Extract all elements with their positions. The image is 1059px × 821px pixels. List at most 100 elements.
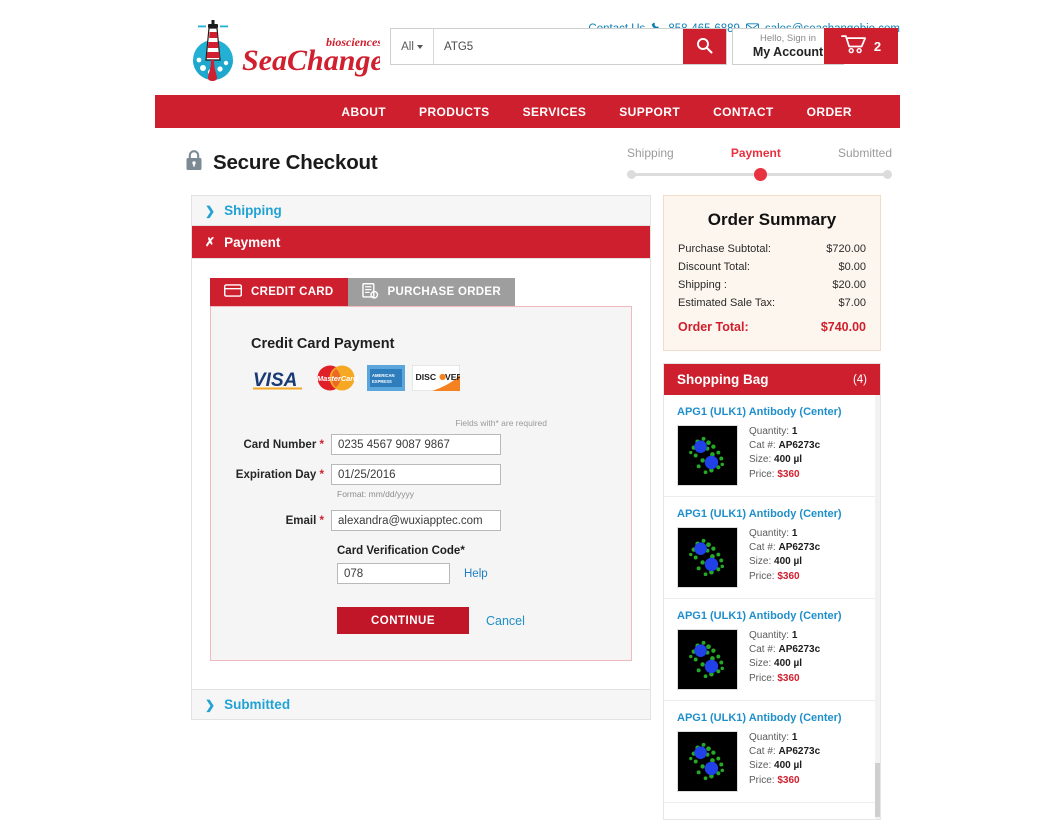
product-name-link[interactable]: APG1 (ULK1) Antibody (Center) (677, 508, 865, 520)
tab-purchase-order[interactable]: PURCHASE ORDER (347, 278, 515, 306)
cat-value: AP6273c (778, 644, 821, 656)
quantity-label: Quantity: (749, 732, 790, 743)
svg-text:VER: VER (445, 372, 460, 382)
site-container: Contact Us 858-465-6889 sales@seachangeb… (155, 0, 900, 821)
cvc-row: Help (337, 563, 631, 584)
nav-item-contact[interactable]: CONTACT (713, 105, 774, 119)
nav-item-products[interactable]: PRODUCTS (419, 105, 490, 119)
payment-actions: CONTINUE Cancel (337, 607, 631, 634)
accepted-card-logos: VISA MasterCard AMERICAN EXPRESS DISC VER (251, 364, 631, 396)
checkout-progress: Shipping Payment Submitted (627, 146, 892, 181)
price-value: $360 (777, 468, 800, 480)
size-label: Size: (749, 760, 772, 772)
lock-icon (185, 150, 203, 176)
section-shipping-header[interactable]: ❯ Shipping (192, 196, 650, 225)
search-button[interactable] (683, 29, 726, 64)
purchase-order-icon (361, 282, 379, 302)
immunofluorescence-cell-image (677, 731, 738, 792)
product-meta: Quantity: 1 Cat #: AP6273c Size: 400 µl … (749, 527, 820, 588)
product-name-link[interactable]: APG1 (ULK1) Antibody (Center) (677, 610, 865, 622)
section-submitted-header[interactable]: ❯ Submitted (192, 690, 650, 719)
email-label: Email * (211, 515, 331, 527)
required-marker: * (319, 514, 324, 527)
price-label: Price: (749, 672, 775, 684)
step-label-shipping: Shipping (627, 146, 674, 160)
price-value: $360 (777, 570, 800, 582)
cvc-label: Card Verification Code* (337, 545, 465, 557)
product-meta: Quantity: 1 Cat #: AP6273c Size: 400 µl … (749, 629, 820, 690)
discover-icon: DISC VER (411, 364, 463, 396)
summary-label: Purchase Subtotal: (678, 243, 771, 255)
step-label-submitted: Submitted (837, 146, 892, 160)
immunofluorescence-cell-image (677, 425, 738, 486)
mastercard-icon: MasterCard (311, 365, 360, 396)
quantity-value: 1 (791, 426, 798, 437)
cart-count: 2 (873, 38, 882, 54)
quantity-label: Quantity: (749, 630, 790, 641)
cart-button[interactable]: 2 (824, 28, 898, 64)
summary-row-tax: Estimated Sale Tax: $7.00 (678, 297, 866, 309)
svg-text:MasterCard: MasterCard (317, 374, 358, 383)
order-summary-panel: Order Summary Purchase Subtotal: $720.00… (663, 195, 881, 351)
nav-item-support[interactable]: SUPPORT (619, 105, 680, 119)
search-input[interactable] (434, 29, 683, 64)
step-label-payment: Payment (730, 146, 781, 160)
cat-value: AP6273c (778, 746, 821, 758)
quantity-label: Quantity: (749, 528, 790, 539)
cancel-link[interactable]: Cancel (486, 614, 525, 628)
section-submitted-label: Submitted (224, 697, 291, 712)
progress-dot-submitted (883, 170, 892, 179)
expiration-label-text: Expiration Day (235, 468, 317, 481)
section-payment: ✗ Payment CREDIT CARD PURCHASE ORDER Cre… (191, 225, 651, 689)
checkout-sidebar: Order Summary Purchase Subtotal: $720.00… (663, 195, 881, 820)
search-category-label: All (401, 40, 414, 53)
product-meta: Quantity: 1 Cat #: AP6273c Size: 400 µl … (749, 731, 820, 792)
size-label: Size: (749, 556, 772, 568)
continue-button[interactable]: CONTINUE (337, 607, 469, 634)
account-greeting: Hello, Sign in (760, 32, 816, 44)
quantity-value: 1 (791, 732, 798, 743)
account-label: My Account (752, 44, 824, 59)
expiration-input[interactable] (331, 464, 501, 485)
main-navigation: ABOUT PRODUCTS SERVICES SUPPORT CONTACT … (155, 95, 900, 128)
tab-credit-card[interactable]: CREDIT CARD (210, 278, 348, 306)
page-title-text: Secure Checkout (213, 151, 378, 174)
price-label: Price: (749, 570, 775, 582)
quantity-label: Quantity: (749, 426, 790, 437)
size-value: 400 µl (774, 658, 803, 670)
email-input[interactable] (331, 510, 501, 531)
search-category-dropdown[interactable]: All (391, 29, 434, 64)
section-payment-header[interactable]: ✗ Payment (192, 226, 650, 258)
cat-label: Cat #: (749, 542, 776, 554)
price-value: $360 (777, 774, 800, 786)
order-total-value: $740.00 (820, 320, 866, 334)
cat-label: Cat #: (749, 746, 776, 758)
nav-item-order[interactable]: ORDER (807, 105, 852, 119)
size-label: Size: (749, 658, 772, 670)
shopping-bag-scrollbar-track[interactable] (875, 395, 880, 819)
progress-dot-shipping (627, 170, 636, 179)
chevron-right-icon: ❯ (205, 697, 216, 712)
nav-item-services[interactable]: SERVICES (523, 105, 587, 119)
summary-value: $7.00 (838, 297, 866, 309)
card-number-input[interactable] (331, 434, 501, 455)
order-total-row: Order Total: $740.00 (678, 320, 866, 334)
shopping-bag-header: Shopping Bag (4) (664, 364, 880, 395)
shopping-cart-icon (840, 34, 867, 59)
cvc-help-link[interactable]: Help (464, 568, 488, 580)
credit-card-form: Credit Card Payment VISA MasterCard AMER… (210, 306, 632, 661)
list-item: APG1 (ULK1) Antibody (Center) Quantity: … (664, 395, 878, 497)
section-shipping: ❯ Shipping (191, 195, 651, 225)
nav-item-about[interactable]: ABOUT (341, 105, 386, 119)
payment-panel: CREDIT CARD PURCHASE ORDER Credit Card P… (192, 258, 650, 689)
expiration-label: Expiration Day * (211, 469, 331, 481)
shopping-bag-scrollbar-thumb[interactable] (875, 763, 880, 817)
product-name-link[interactable]: APG1 (ULK1) Antibody (Center) (677, 712, 865, 724)
site-logo[interactable]: SeaChange biosciences (180, 20, 380, 82)
cat-value: AP6273c (778, 542, 821, 554)
product-name-link[interactable]: APG1 (ULK1) Antibody (Center) (677, 406, 865, 418)
logo-tagline: biosciences (326, 35, 380, 49)
cvc-input[interactable] (337, 563, 450, 584)
field-row-expiration: Expiration Day * (211, 464, 631, 485)
cat-value: AP6273c (778, 440, 821, 452)
